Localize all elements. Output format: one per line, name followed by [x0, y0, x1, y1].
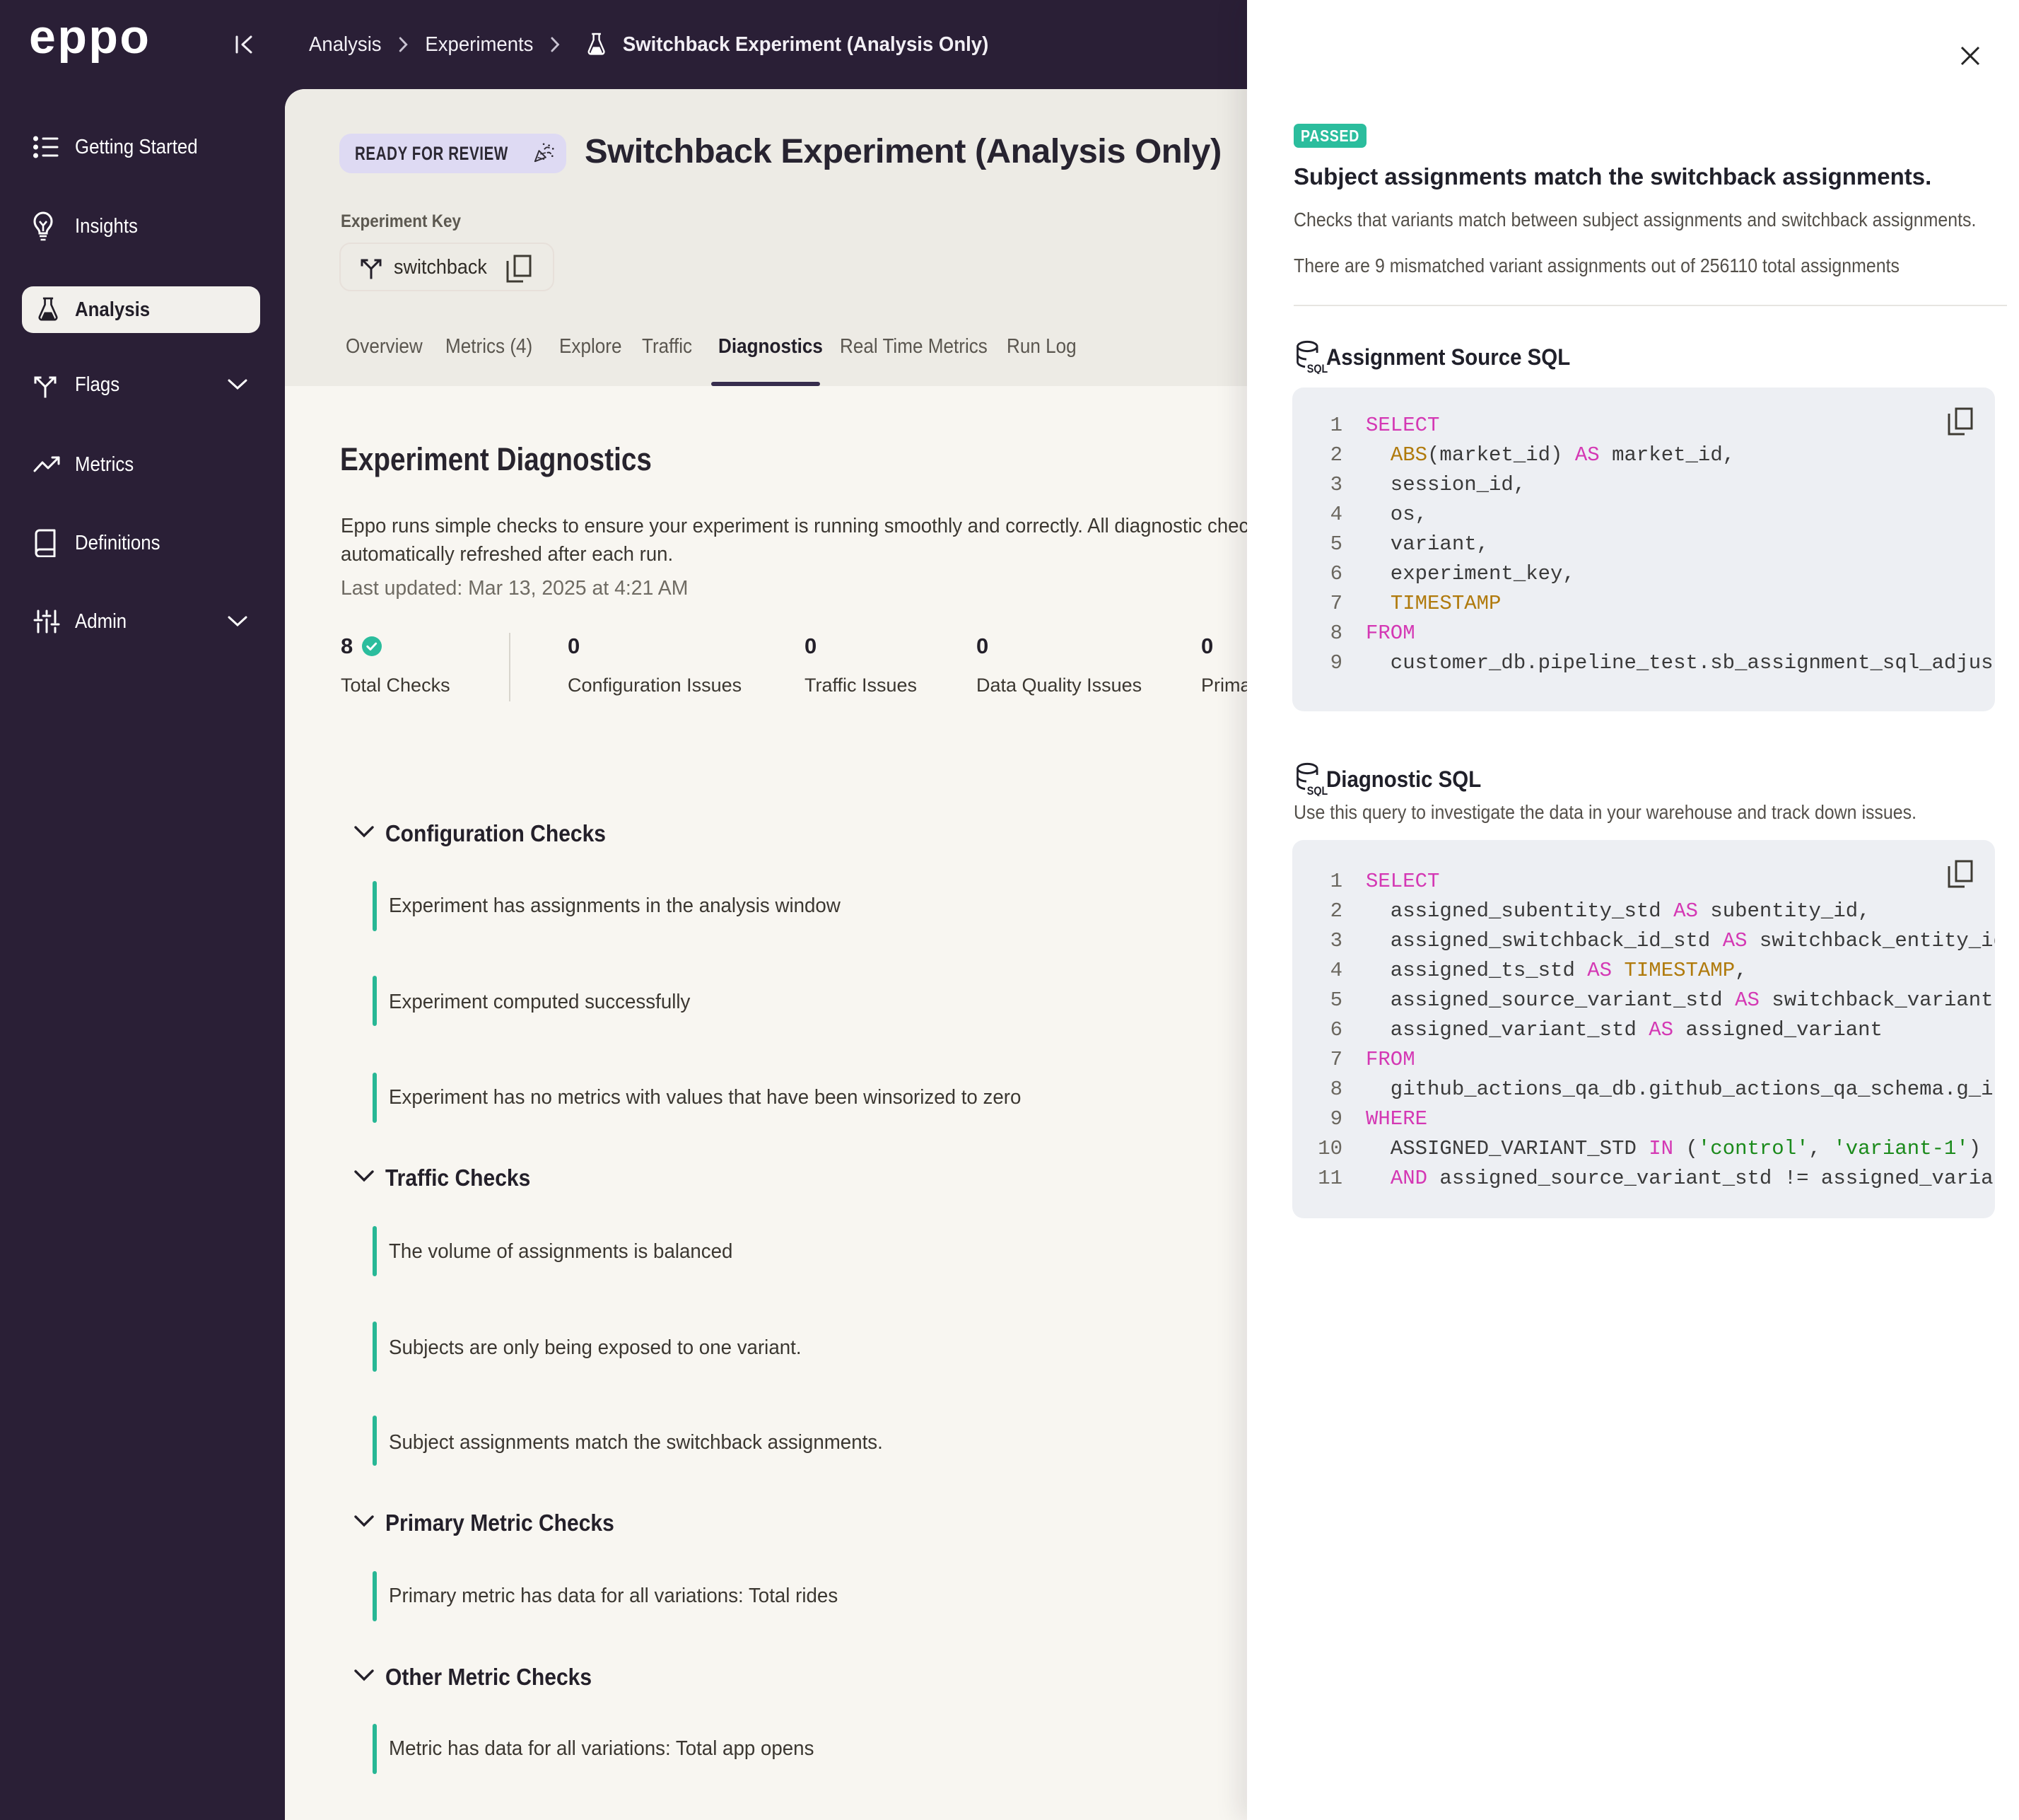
svg-text:SQL: SQL [1307, 785, 1328, 796]
svg-text:SQL: SQL [1307, 363, 1328, 374]
